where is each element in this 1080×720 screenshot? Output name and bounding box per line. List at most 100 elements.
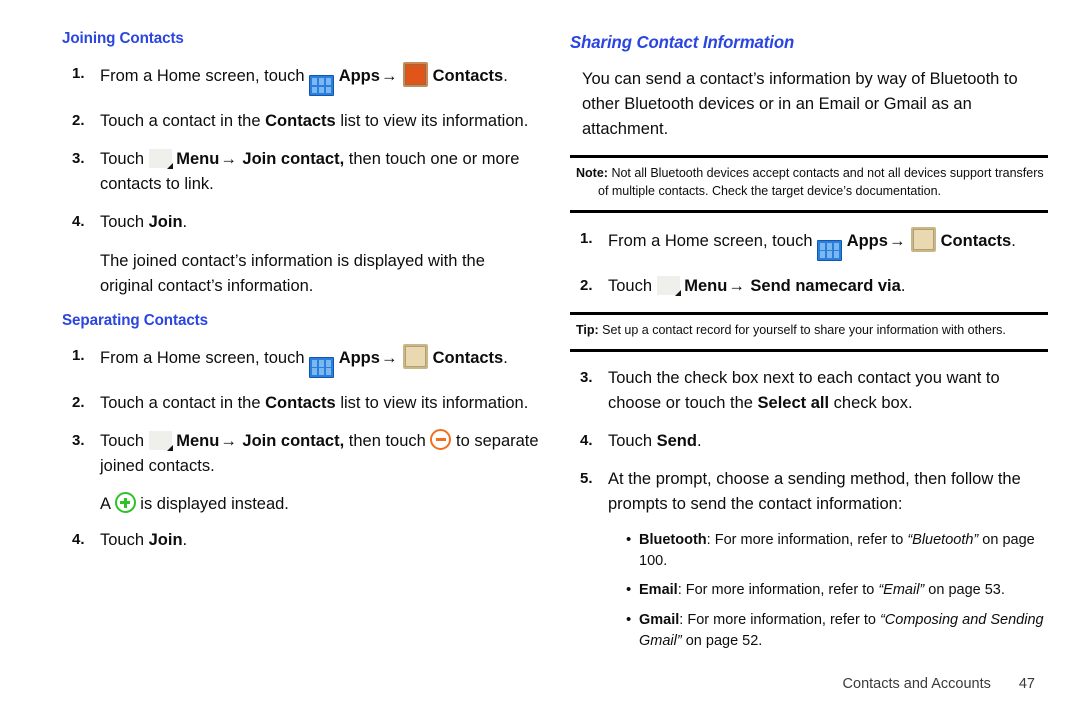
- arrow-icon: →: [888, 231, 906, 250]
- separating-contacts-steps: 1. From a Home screen, touch Apps→ Conta…: [62, 343, 542, 479]
- join-bold: Join: [148, 531, 183, 550]
- arrow-icon: →: [380, 348, 398, 367]
- minus-circle-icon[interactable]: [430, 429, 452, 451]
- send-namecard-label: Send namecard via: [750, 277, 901, 295]
- manual-page: Joining Contacts 1. From a Home screen, …: [0, 0, 1080, 720]
- arrow-icon: →: [380, 67, 398, 85]
- step-text-end: .: [503, 348, 508, 367]
- arrow-icon: →: [220, 432, 237, 451]
- apps-grid-icon[interactable]: [309, 356, 335, 378]
- step-number: 2.: [580, 277, 593, 294]
- tip-label: Tip:: [576, 323, 599, 338]
- step-item: 1. From a Home screen, touch Apps→ Conta…: [62, 62, 542, 97]
- column-gutter: [542, 30, 570, 660]
- apps-label: Apps: [338, 67, 380, 85]
- bullet-pre: : For more information, refer to: [679, 611, 876, 628]
- step-body: From a Home screen, touch Apps→ Contacts…: [100, 62, 542, 97]
- page-footer: Contacts and Accounts 47: [0, 676, 1080, 692]
- list-item: Gmail: For more information, refer to “C…: [626, 609, 1048, 651]
- contacts-label: Contacts: [940, 231, 1012, 250]
- step-number: 5.: [580, 470, 593, 488]
- apps-grid-icon[interactable]: [817, 240, 843, 261]
- arrow-icon: →: [728, 277, 745, 295]
- step-item: 2. Touch a contact in the Contacts list …: [62, 391, 542, 416]
- step-number: 1.: [72, 65, 85, 82]
- contacts-person-icon[interactable]: [403, 343, 429, 369]
- apps-label: Apps: [846, 231, 888, 250]
- step-body: From a Home screen, touch Apps→ Contacts…: [100, 343, 542, 378]
- step-body: Touch the check box next to each contact…: [608, 366, 1048, 416]
- bullet-pre: : For more information, refer to: [677, 582, 875, 599]
- step-item: 1. From a Home screen, touch Apps→ Conta…: [62, 343, 542, 378]
- step-text: Touch: [100, 531, 145, 550]
- footer-chapter: Contacts and Accounts: [842, 676, 991, 692]
- contacts-person-icon[interactable]: [911, 226, 937, 252]
- step-item: 3. Touch Menu→ Join contact, then touch …: [62, 429, 542, 479]
- bullet-label: Bluetooth: [639, 532, 707, 549]
- step-number: 2.: [72, 393, 85, 411]
- heading-sharing-contact-information: Sharing Contact Information: [570, 32, 795, 52]
- step-body: Touch Join.: [100, 210, 542, 235]
- sending-method-bullets: Bluetooth: For more information, refer t…: [570, 529, 1048, 651]
- note-callout: Note: Not all Bluetooth devices accept c…: [570, 155, 1048, 213]
- apps-grid-icon[interactable]: [309, 75, 335, 97]
- apps-label: Apps: [338, 348, 380, 367]
- contacts-bold: Contacts: [265, 112, 336, 131]
- sharing-steps-top: 1. From a Home screen, touch Apps→ Conta…: [570, 226, 1048, 299]
- intro-paragraph: You can send a contact’s information by …: [582, 70, 1018, 138]
- plus-circle-icon[interactable]: [114, 492, 136, 514]
- step-text: Touch: [100, 150, 145, 169]
- step-text: From a Home screen, touch: [100, 348, 305, 367]
- step-text: Touch a contact in the: [100, 393, 261, 412]
- step-text-end: .: [503, 67, 508, 85]
- step-number: 2.: [72, 112, 85, 130]
- menu-label: Menu: [176, 150, 220, 169]
- step-item: 2. Touch a contact in the Contacts list …: [62, 109, 542, 134]
- bullet-label: Gmail: [639, 611, 680, 628]
- step-item: 5. At the prompt, choose a sending metho…: [570, 467, 1048, 517]
- step-body: Touch a contact in the Contacts list to …: [100, 391, 542, 416]
- step-number: 4.: [72, 213, 85, 231]
- bullet-post: on page 53.: [928, 582, 1005, 599]
- step-number: 3.: [580, 368, 593, 386]
- step-text: Touch: [100, 432, 145, 451]
- bullet-reference: “Bluetooth”: [907, 532, 979, 549]
- menu-bars-icon[interactable]: [656, 276, 681, 296]
- step-body: Touch Send.: [608, 429, 1048, 454]
- heading-separating-contacts: Separating Contacts: [62, 311, 209, 329]
- contacts-person-icon[interactable]: [403, 62, 429, 87]
- step-item: 3. Touch the check box next to each cont…: [570, 366, 1048, 416]
- step-body: Touch Menu→ Join contact, then touch one…: [100, 147, 542, 197]
- joining-contacts-steps: 1. From a Home screen, touch Apps→ Conta…: [62, 62, 542, 236]
- footer-page-number: 47: [1018, 676, 1035, 692]
- step-text-mid: then touch: [348, 432, 426, 451]
- select-all-bold: Select all: [757, 393, 830, 412]
- heading-joining-contacts: Joining Contacts: [62, 30, 184, 47]
- joining-result-paragraph: The joined contact’s information is disp…: [100, 251, 485, 295]
- menu-bars-icon[interactable]: [148, 431, 173, 452]
- join-contact-label: Join contact,: [242, 150, 345, 169]
- step-item: 4. Touch Join.: [62, 210, 542, 235]
- menu-bars-icon[interactable]: [148, 149, 173, 170]
- menu-label: Menu: [684, 277, 728, 295]
- plus-note-pre: A: [100, 495, 111, 514]
- bullet-pre: : For more information, refer to: [706, 532, 904, 549]
- right-column: Sharing Contact Information You can send…: [570, 30, 1048, 660]
- step-item: 2. Touch Menu→ Send namecard via.: [570, 274, 1048, 299]
- step-text: Touch: [608, 431, 653, 450]
- note-text: Not all Bluetooth devices accept contact…: [598, 166, 1044, 198]
- step-number: 4.: [580, 431, 593, 449]
- step-body: Touch a contact in the Contacts list to …: [100, 109, 542, 134]
- step-text: Touch a contact in the: [100, 112, 261, 131]
- list-item: Email: For more information, refer to “E…: [626, 579, 1048, 601]
- step-item: 1. From a Home screen, touch Apps→ Conta…: [570, 226, 1048, 261]
- step-body: At the prompt, choose a sending method, …: [608, 470, 1021, 514]
- step-text-end: .: [182, 531, 188, 550]
- bullet-post: on page 52.: [685, 632, 763, 649]
- step-text: Touch: [100, 213, 145, 232]
- step-text-end: .: [1011, 231, 1016, 250]
- contacts-label: Contacts: [432, 348, 504, 367]
- tip-callout: Tip: Set up a contact record for yoursel…: [570, 312, 1048, 352]
- step-text-end: .: [182, 213, 188, 232]
- step-body: Touch Menu→ Send namecard via.: [608, 274, 1048, 299]
